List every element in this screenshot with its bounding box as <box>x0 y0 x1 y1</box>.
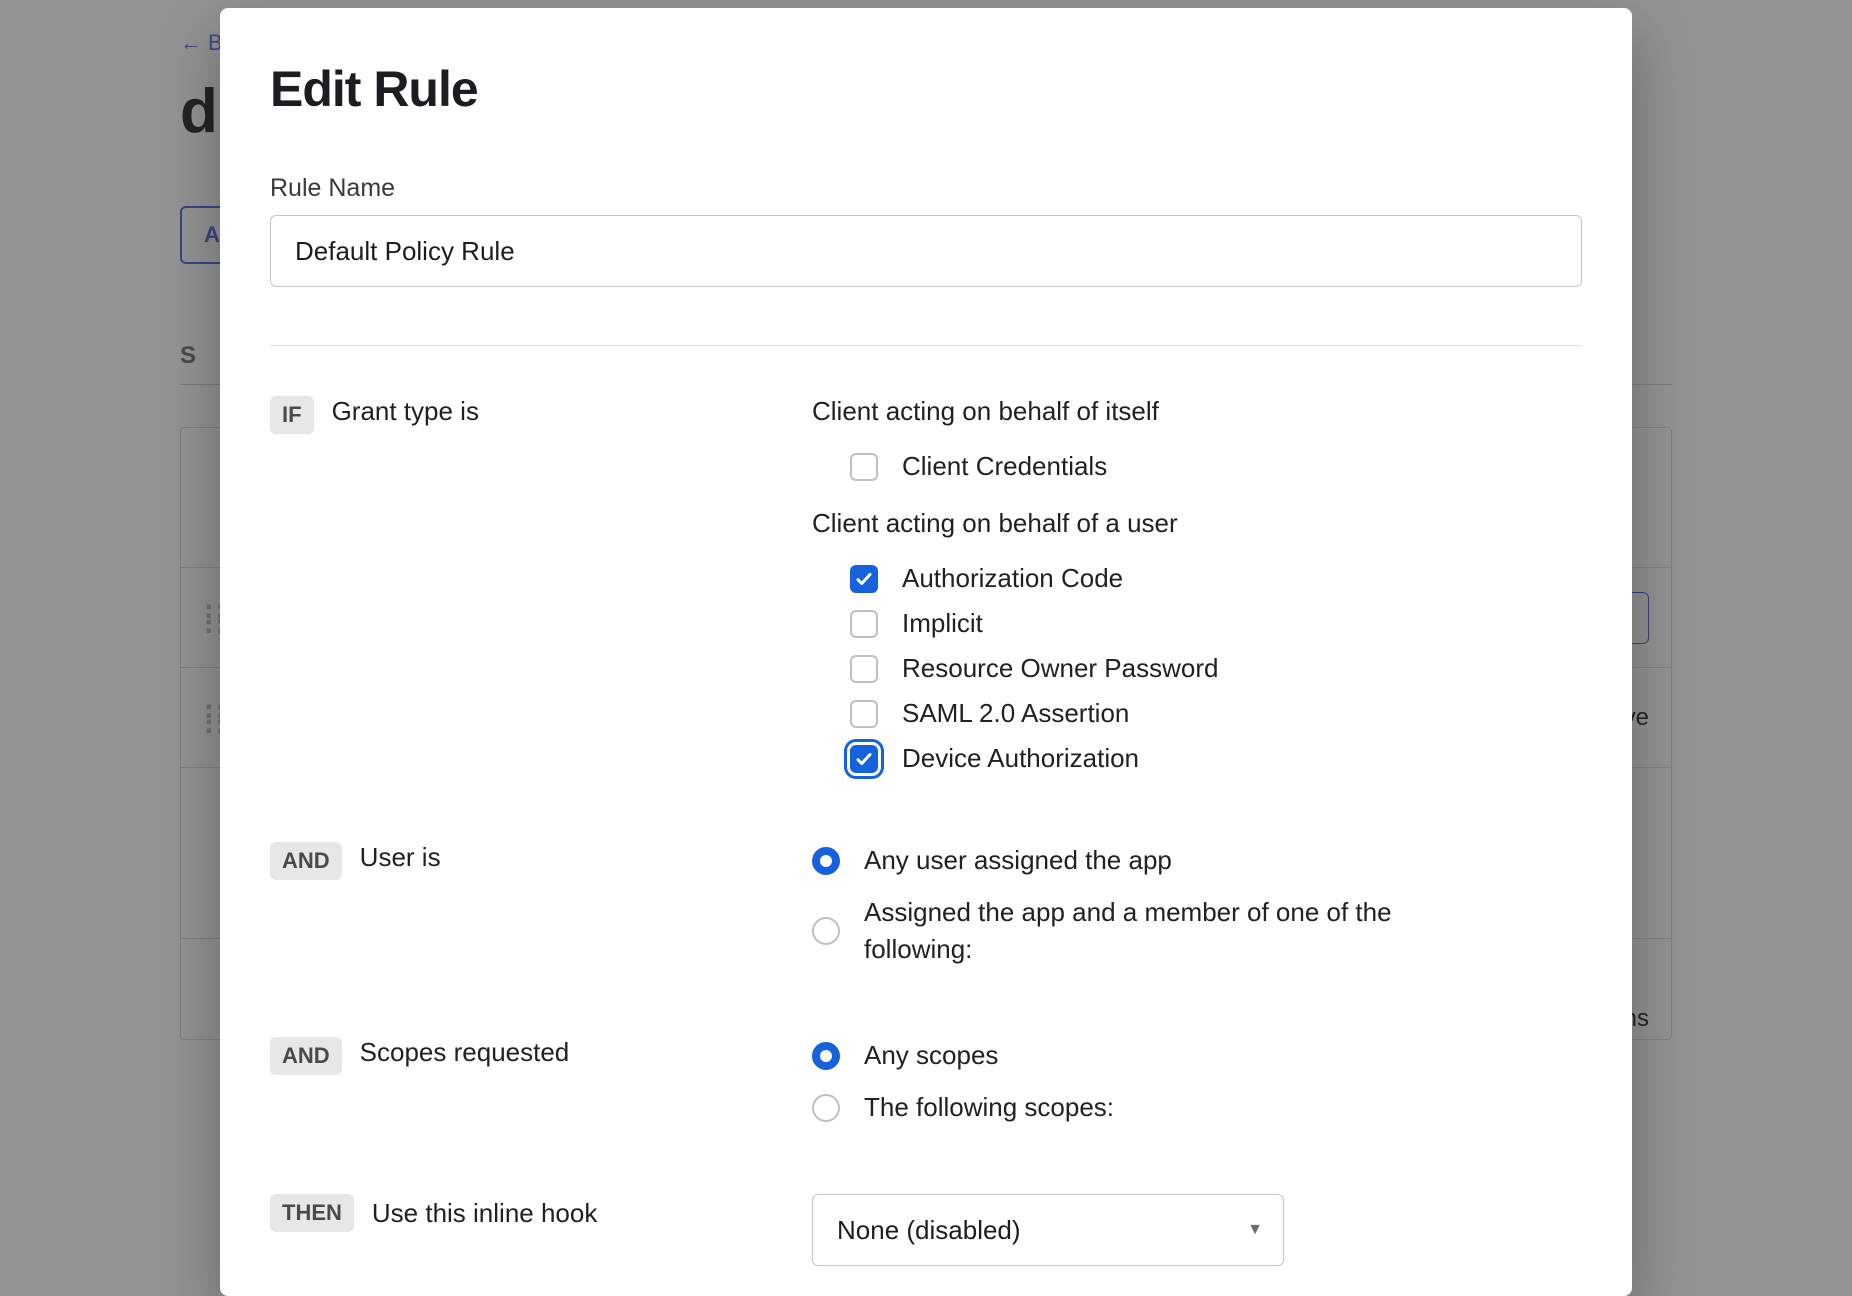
condition-grant-type-label: Grant type is <box>332 396 479 427</box>
condition-grant-type: IF Grant type is Client acting on behalf… <box>270 396 1582 788</box>
checkbox-row-authorization-code: Authorization Code <box>850 563 1582 594</box>
condition-inline-hook: THEN Use this inline hook None (disabled… <box>270 1194 1582 1266</box>
group-user-title: Client acting on behalf of a user <box>812 508 1582 539</box>
condition-tag-then: THEN <box>270 1194 354 1232</box>
radio-any-user-label: Any user assigned the app <box>864 842 1172 880</box>
checkbox-authorization-code[interactable] <box>850 565 878 593</box>
radio-row-any-scopes: Any scopes <box>812 1037 1582 1075</box>
checkbox-row-resource-owner-password: Resource Owner Password <box>850 653 1582 684</box>
radio-row-following-scopes: The following scopes: <box>812 1089 1582 1127</box>
condition-user-is-label: User is <box>360 842 441 873</box>
checkbox-row-device-authorization: Device Authorization <box>850 743 1582 774</box>
checkbox-implicit[interactable] <box>850 610 878 638</box>
checkbox-authorization-code-label: Authorization Code <box>902 563 1123 594</box>
rule-name-input[interactable] <box>270 215 1582 287</box>
condition-inline-hook-label: Use this inline hook <box>372 1198 597 1229</box>
checkbox-resource-owner-password[interactable] <box>850 655 878 683</box>
checkbox-saml-assertion-label: SAML 2.0 Assertion <box>902 698 1129 729</box>
radio-any-scopes[interactable] <box>812 1042 840 1070</box>
checkbox-device-authorization[interactable] <box>850 745 878 773</box>
checkbox-resource-owner-password-label: Resource Owner Password <box>902 653 1218 684</box>
rule-name-field: Rule Name <box>270 174 1582 287</box>
radio-any-user[interactable] <box>812 847 840 875</box>
modal-title: Edit Rule <box>270 60 1582 118</box>
edit-rule-modal: Edit Rule Rule Name IF Grant type is Cli… <box>220 8 1632 1296</box>
checkbox-implicit-label: Implicit <box>902 608 983 639</box>
condition-scopes: AND Scopes requested Any scopes The foll… <box>270 1037 1582 1140</box>
checkbox-device-authorization-label: Device Authorization <box>902 743 1139 774</box>
radio-row-member-of: Assigned the app and a member of one of … <box>812 894 1582 969</box>
chevron-down-icon: ▼ <box>1247 1221 1263 1239</box>
checkbox-client-credentials-label: Client Credentials <box>902 451 1107 482</box>
condition-tag-if: IF <box>270 396 314 434</box>
condition-user-is: AND User is Any user assigned the app As… <box>270 842 1582 983</box>
condition-tag-and-user: AND <box>270 842 342 880</box>
radio-row-any-user: Any user assigned the app <box>812 842 1582 880</box>
checkbox-row-implicit: Implicit <box>850 608 1582 639</box>
condition-tag-and-scopes: AND <box>270 1037 342 1075</box>
radio-member-of[interactable] <box>812 917 840 945</box>
checkbox-row-saml-assertion: SAML 2.0 Assertion <box>850 698 1582 729</box>
radio-following-scopes[interactable] <box>812 1094 840 1122</box>
inline-hook-select-value: None (disabled) <box>837 1215 1021 1246</box>
group-self-title: Client acting on behalf of itself <box>812 396 1582 427</box>
radio-following-scopes-label: The following scopes: <box>864 1089 1114 1127</box>
radio-any-scopes-label: Any scopes <box>864 1037 998 1075</box>
rule-name-label: Rule Name <box>270 174 1582 203</box>
inline-hook-select[interactable]: None (disabled) ▼ <box>812 1194 1284 1266</box>
section-divider <box>270 345 1582 346</box>
checkbox-client-credentials[interactable] <box>850 453 878 481</box>
radio-member-of-label: Assigned the app and a member of one of … <box>864 894 1444 969</box>
condition-scopes-label: Scopes requested <box>360 1037 570 1068</box>
checkbox-saml-assertion[interactable] <box>850 700 878 728</box>
checkbox-row-client-credentials: Client Credentials <box>850 451 1582 482</box>
